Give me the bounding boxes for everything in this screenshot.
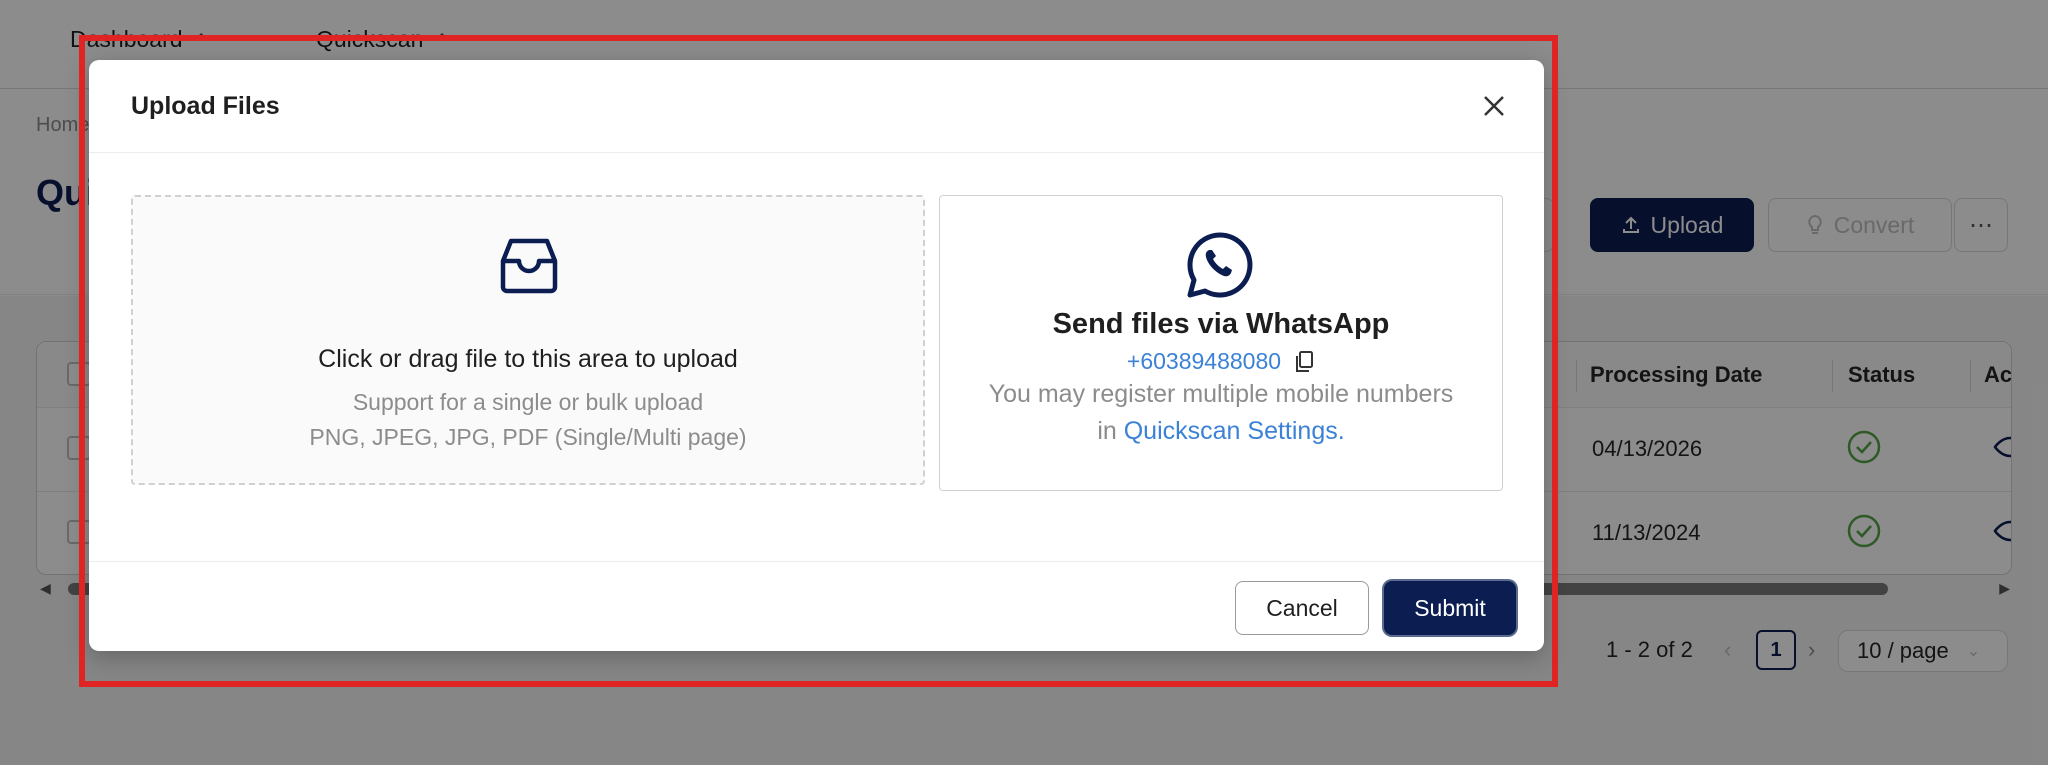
- highlight-frame: [79, 35, 1558, 687]
